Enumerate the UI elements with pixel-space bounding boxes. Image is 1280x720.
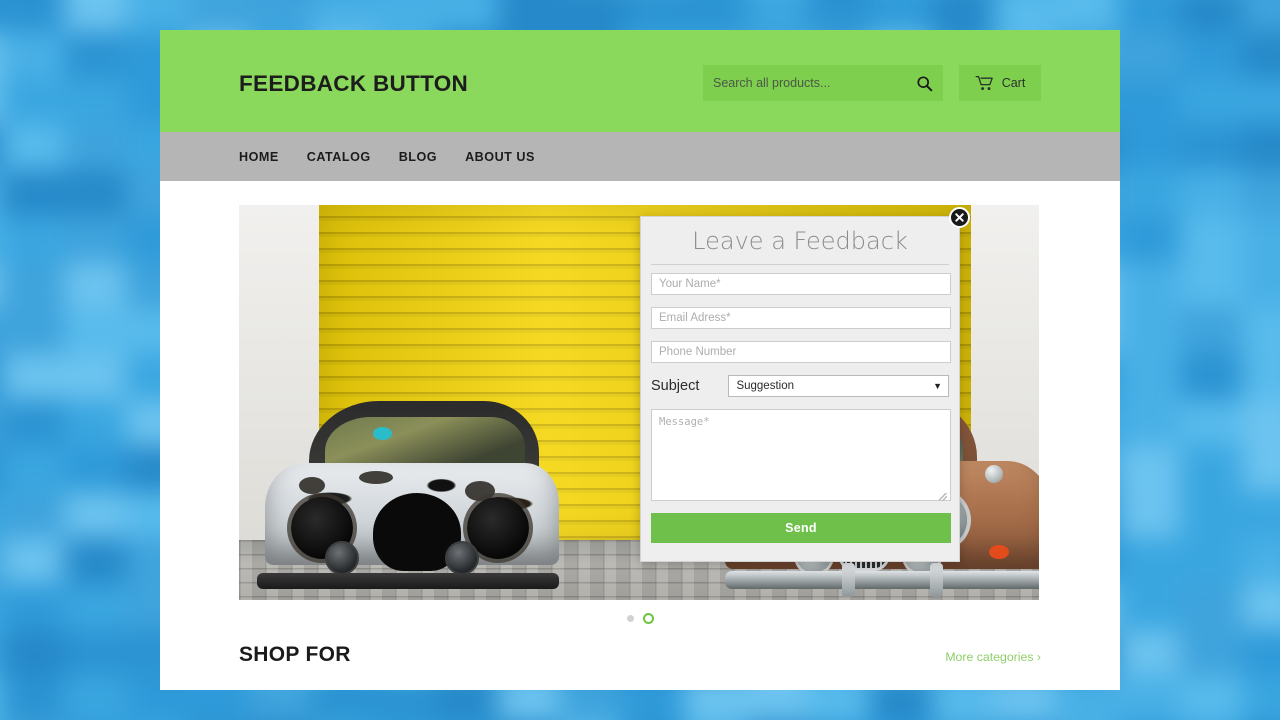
- modal-close-button[interactable]: [949, 207, 970, 228]
- cart-button[interactable]: Cart: [959, 65, 1041, 101]
- chevron-down-icon: ▼: [933, 381, 942, 391]
- slide-dot-1[interactable]: [626, 614, 634, 622]
- cart-label: Cart: [1001, 76, 1026, 90]
- shop-for-row: SHOP FOR More categories ›: [160, 643, 1120, 667]
- subject-selected-value: Suggestion: [736, 380, 794, 392]
- slide-dot-2[interactable]: [642, 612, 654, 624]
- email-field[interactable]: [651, 307, 951, 329]
- shopping-cart-icon: [975, 75, 993, 91]
- main-navigation: HOME CATALOG BLOG ABOUT US: [160, 132, 1120, 181]
- modal-body: Subject Suggestion ▼: [641, 265, 959, 501]
- page-title: FEEDBACK BUTTON: [239, 71, 469, 96]
- message-textarea[interactable]: [651, 409, 951, 501]
- search-bar[interactable]: [703, 65, 943, 101]
- section-title: SHOP FOR: [239, 643, 351, 666]
- phone-field[interactable]: [651, 341, 951, 363]
- classic-car-weathered: [239, 401, 559, 600]
- desktop-background: FEEDBACK BUTTON Cart: [0, 0, 1280, 720]
- nav-item-about-us[interactable]: ABOUT US: [465, 150, 535, 164]
- page-content: FEEDBACK BUTTON Cart: [160, 30, 1120, 690]
- search-input[interactable]: [703, 65, 903, 101]
- site-header: FEEDBACK BUTTON Cart: [160, 30, 1120, 132]
- feedback-modal: Leave a Feedback Subject Suggestion ▼ Se…: [640, 207, 970, 562]
- slideshow-pagination: [239, 605, 1041, 631]
- nav-item-catalog[interactable]: CATALOG: [307, 150, 371, 164]
- close-icon: [955, 213, 964, 222]
- subject-select[interactable]: Suggestion ▼: [728, 375, 949, 397]
- subject-label: Subject: [651, 378, 700, 394]
- search-icon: [916, 75, 932, 91]
- subject-row: Subject Suggestion ▼: [651, 375, 949, 397]
- search-button[interactable]: [909, 69, 939, 97]
- name-field[interactable]: [651, 273, 951, 295]
- modal-title: Leave a Feedback: [651, 227, 949, 265]
- nav-item-blog[interactable]: BLOG: [399, 150, 437, 164]
- send-button[interactable]: Send: [651, 513, 951, 543]
- nav-item-home[interactable]: HOME: [239, 150, 279, 164]
- more-categories-link[interactable]: More categories ›: [945, 650, 1041, 664]
